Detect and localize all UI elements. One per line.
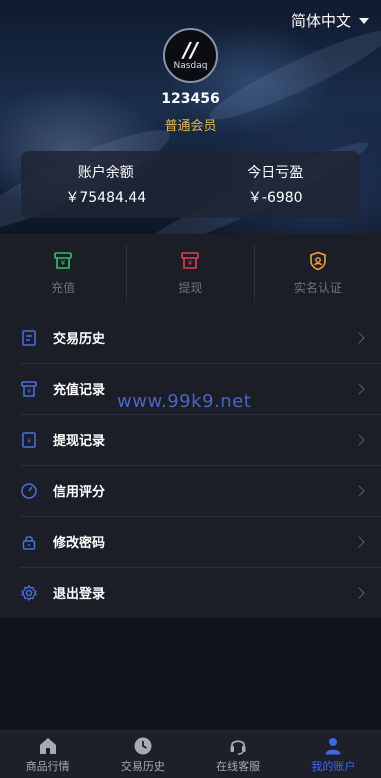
chevron-right-icon [353,433,365,446]
tab-label: 我的账户 [311,759,356,773]
today-pnl-value: ￥-6980 [247,190,303,206]
balance-stat: 账户余额 ￥75484.44 [21,151,191,218]
document-icon [22,329,36,346]
verify-shield-icon [310,251,326,270]
deposit-label: 充值 [51,280,76,295]
menu-item-label: 交易历史 [53,332,106,347]
home-icon [39,737,56,754]
today-pnl-label: 今日亏盈 [247,165,304,181]
lock-icon [22,535,36,550]
tab-label: 商品行情 [25,759,70,773]
menu-item-label: 信用评分 [53,485,106,500]
clock-icon [134,737,152,754]
tab-my-account[interactable]: 我的账户 [286,731,381,778]
menu-item-label: 修改密码 [53,536,106,551]
menu-item-change-password[interactable]: 修改密码 [0,516,381,567]
user-icon [325,737,341,754]
gear-icon [20,584,38,601]
menu-item-credit-score[interactable]: 信用评分 [0,465,381,516]
chevron-right-icon [353,484,365,497]
chevron-right-icon [353,586,365,599]
gauge-icon [21,482,37,499]
balance-label: 账户余额 [77,165,134,181]
account-menu: 交易历史 ¥ 充值记录 ¥ 提现记录 信用评分 修改密码 退出登录 [0,312,381,618]
profile-header: 简体中文 // Nasdaq 123456 普通会员 账户余额 ￥75484.4… [0,0,381,234]
verify-label: 实名认证 [293,280,342,295]
menu-item-logout[interactable]: 退出登录 [0,567,381,618]
bottom-tab-bar: 商品行情 交易历史 在线客服 我的账户 [0,730,381,778]
withdraw-icon: ¥ [181,251,200,269]
chevron-right-icon [353,382,365,395]
deposit-button[interactable]: ¥ 充值 [0,243,126,303]
tab-trade-history[interactable]: 交易历史 [95,731,190,778]
withdraw-record-icon: ¥ [22,431,36,448]
menu-item-trade-history[interactable]: 交易历史 [0,312,381,363]
avatar-logo-text: Nasdaq [173,61,208,71]
nasdaq-logo-icon: // [183,38,198,62]
quick-actions: ¥ 充值 ¥ 提现 实名认证 [0,234,381,312]
headset-icon [230,739,246,755]
chevron-right-icon [353,331,365,344]
chevron-right-icon [353,535,365,548]
svg-text:¥: ¥ [27,438,31,445]
deposit-record-icon: ¥ [21,380,37,397]
today-pnl-stat: 今日亏盈 ￥-6980 [191,151,361,218]
svg-text:¥: ¥ [27,388,31,395]
account-stats-card: 账户余额 ￥75484.44 今日亏盈 ￥-6980 [21,151,360,218]
menu-item-label: 退出登录 [53,587,106,602]
language-selector[interactable]: 简体中文 [291,10,369,31]
tab-customer-service[interactable]: 在线客服 [191,731,286,778]
svg-text:¥: ¥ [188,259,193,267]
tab-market[interactable]: 商品行情 [0,731,95,778]
withdraw-label: 提现 [178,280,203,295]
tab-label: 交易历史 [120,759,165,773]
user-id: 123456 [161,91,220,107]
member-level: 普通会员 [164,119,217,134]
language-label: 简体中文 [290,12,351,30]
tab-label: 在线客服 [216,759,261,773]
menu-item-withdraw-records[interactable]: ¥ 提现记录 [0,414,381,465]
menu-item-label: 提现记录 [53,434,106,449]
balance-value: ￥75484.44 [65,190,147,206]
svg-text:¥: ¥ [61,259,66,267]
verify-button[interactable]: 实名认证 [253,243,381,303]
chevron-down-icon [359,17,369,24]
deposit-icon: ¥ [54,251,72,269]
avatar[interactable]: // Nasdaq [163,28,218,83]
withdraw-button[interactable]: ¥ 提现 [126,243,253,303]
watermark-text: www.99k9.net [117,391,252,412]
